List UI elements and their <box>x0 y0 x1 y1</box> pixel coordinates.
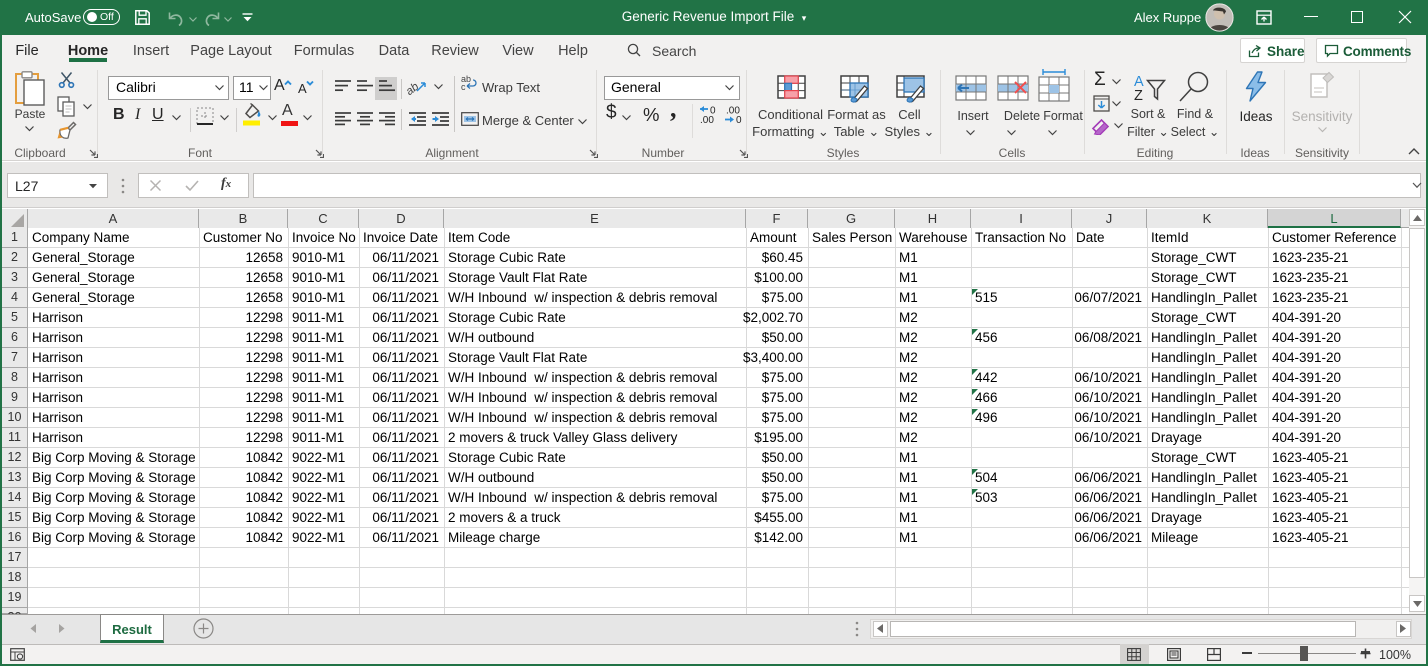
svg-text:c: c <box>461 82 466 90</box>
svg-text:Z: Z <box>1134 88 1143 102</box>
svg-text:.00: .00 <box>700 115 714 124</box>
svg-text:0: 0 <box>736 115 742 124</box>
